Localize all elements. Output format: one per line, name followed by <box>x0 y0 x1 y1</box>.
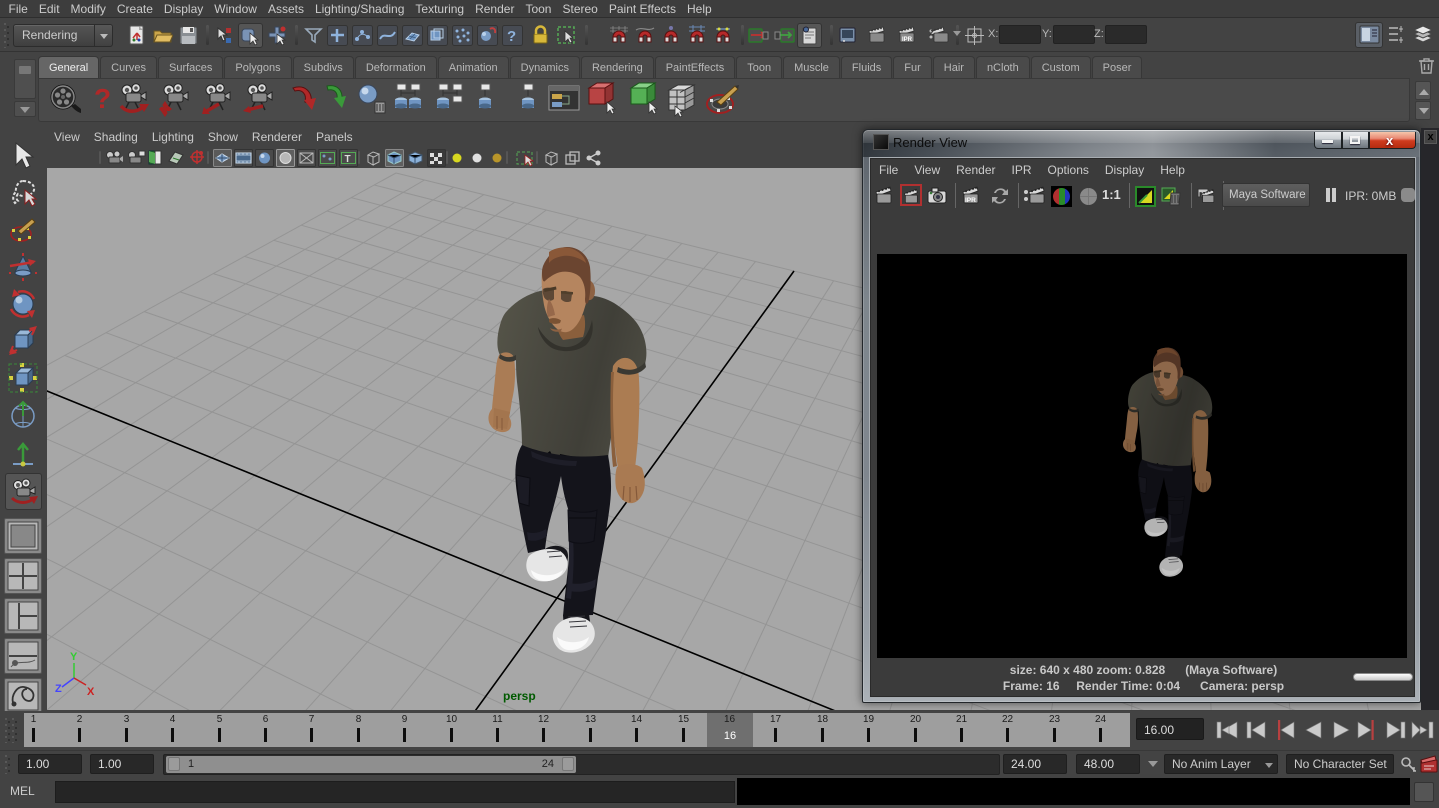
svg-text:IPR: IPR <box>902 37 913 43</box>
svg-text:T: T <box>345 154 351 165</box>
svg-text:?: ? <box>507 28 516 45</box>
svg-text:IPR: IPR <box>965 197 976 204</box>
svg-text:Z: Z <box>55 683 62 695</box>
svg-text:Y: Y <box>70 651 78 663</box>
svg-text:X: X <box>87 686 95 698</box>
svg-text:?: ? <box>94 83 111 114</box>
svg-text:persp: persp <box>503 689 536 703</box>
